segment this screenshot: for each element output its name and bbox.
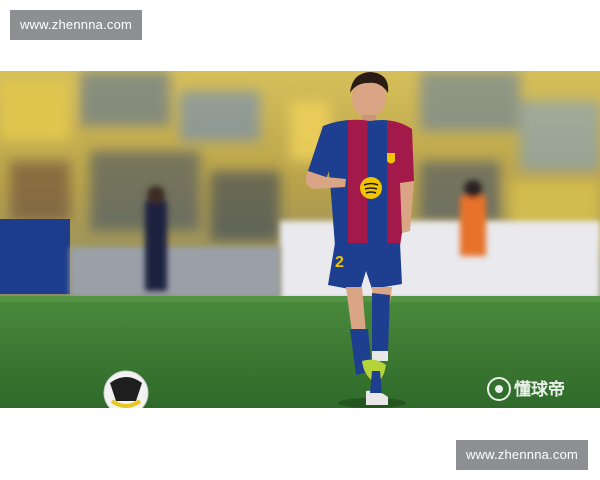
watermark-badge-bottom: www.zhennna.com bbox=[456, 440, 588, 470]
club-crest-icon bbox=[387, 153, 395, 164]
site-logo-text: 懂球帝 bbox=[514, 379, 565, 399]
player-photo-illustration: 2 懂球帝 bbox=[0, 71, 600, 408]
ad-board-left bbox=[0, 219, 70, 294]
page: www.zhennna.com 2 懂球帝 www.zhennna.com bbox=[0, 0, 600, 480]
watermark-badge-top: www.zhennna.com bbox=[10, 10, 142, 40]
shorts-number: 2 bbox=[335, 254, 344, 271]
ad-board-right bbox=[280, 221, 600, 299]
player-photo: 2 懂球帝 bbox=[0, 71, 600, 408]
ad-board-middle bbox=[70, 247, 280, 297]
